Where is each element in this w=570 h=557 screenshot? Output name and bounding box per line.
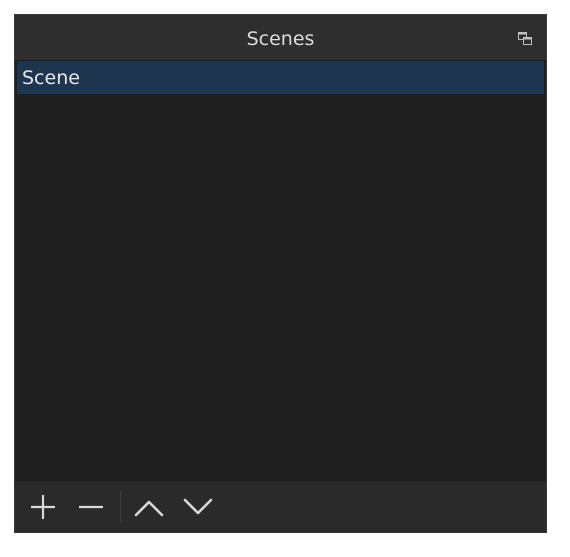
remove-scene-button[interactable] xyxy=(73,489,109,525)
move-scene-down-button[interactable] xyxy=(180,489,216,525)
dock-title-bar[interactable]: Scenes xyxy=(15,15,546,61)
float-window-icon[interactable] xyxy=(518,32,532,45)
scene-label: Scene xyxy=(22,67,80,89)
scene-list-item[interactable]: Scene xyxy=(17,61,544,94)
minus-icon xyxy=(73,489,109,525)
dock-title: Scenes xyxy=(246,28,315,50)
move-scene-up-button[interactable] xyxy=(131,489,167,525)
plus-icon xyxy=(25,489,61,525)
chevron-up-icon xyxy=(131,489,167,525)
chevron-down-icon xyxy=(180,489,216,525)
scene-list[interactable]: Scene xyxy=(15,61,546,480)
scenes-dock: Scenes Scene xyxy=(14,14,547,533)
toolbar-separator xyxy=(120,491,121,523)
scene-toolbar xyxy=(15,480,546,532)
add-scene-button[interactable] xyxy=(25,489,61,525)
